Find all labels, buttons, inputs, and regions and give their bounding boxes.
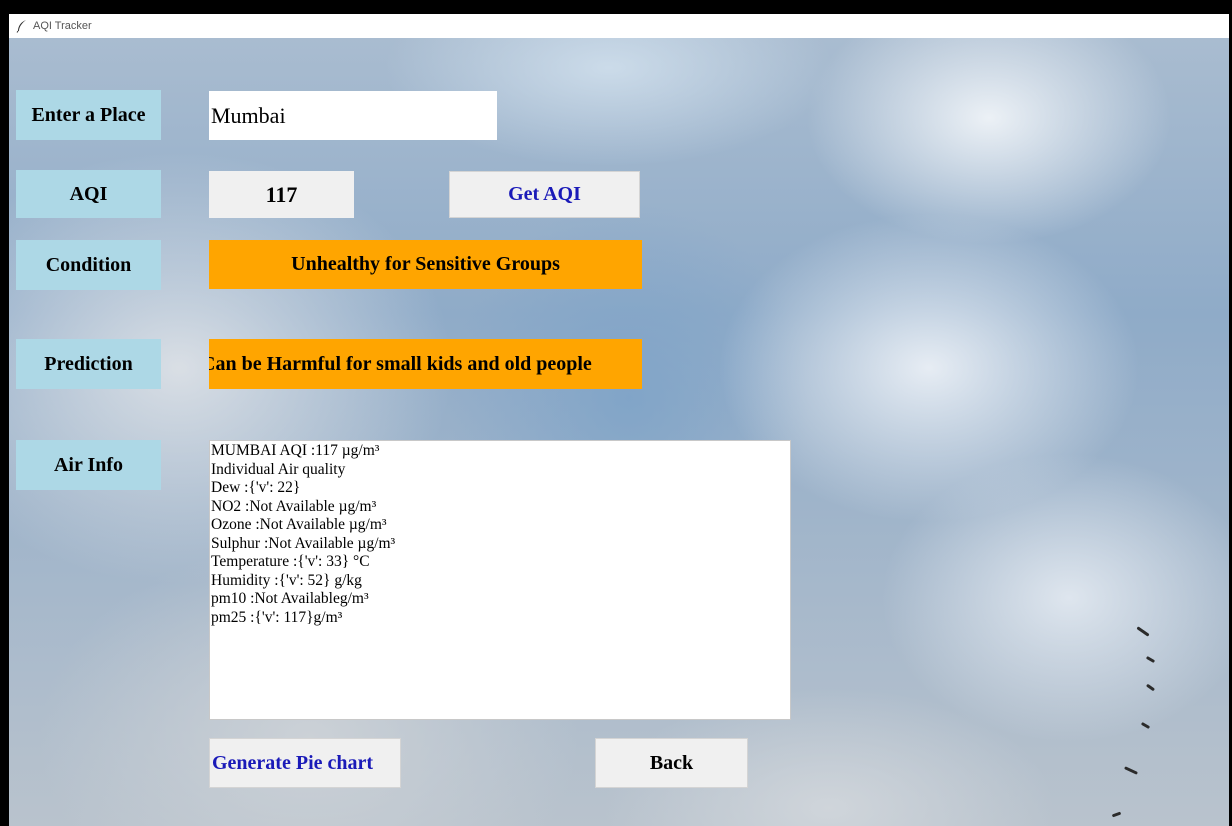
air-info-line: NO2 :Not Available µg/m³ [211,497,377,515]
condition-label: Condition [16,240,161,290]
condition-status: Unhealthy for Sensitive Groups [209,240,642,289]
window-title: AQI Tracker [33,20,92,32]
place-input[interactable] [209,91,497,140]
bird-5 [1124,766,1138,775]
prediction-label: Prediction [16,339,161,389]
place-label: Enter a Place [16,90,161,140]
air-info-line: pm25 :{'v': 117}g/m³ [211,608,343,626]
air-info-line: Individual Air quality [211,460,346,478]
bird-2 [1145,655,1156,664]
screen: AQI Tracker Enter a Place AQI 117 Get AQ… [0,0,1232,826]
air-info-textbox[interactable]: MUMBAI AQI :117 µg/m³ Individual Air qua… [209,440,791,720]
air-info-line: Ozone :Not Available µg/m³ [211,516,387,533]
air-info-line: Temperature :{'v': 33} °C [211,553,370,570]
back-button[interactable]: Back [595,738,748,788]
generate-pie-chart-button[interactable]: Generate Pie chart [209,738,401,788]
aqi-label: AQI [16,170,161,218]
air-info-line: Sulphur :Not Available µg/m³ [211,534,396,552]
app-window: AQI Tracker Enter a Place AQI 117 Get AQ… [9,14,1229,826]
air-info-line: Dew :{'v': 22} [211,479,301,496]
air-info-line: Humidity :{'v': 52} g/kg [211,571,362,589]
bird-4 [1140,721,1151,730]
air-info-label: Air Info [16,440,161,490]
aqi-value: 117 [209,171,354,218]
bird-6 [1111,811,1122,818]
air-info-line: MUMBAI AQI :117 µg/m³ [211,442,380,459]
title-bar: AQI Tracker [9,14,1229,38]
bird-3 [1145,683,1156,692]
air-info-line: pm10 :Not Availableg/m³ [211,590,369,607]
bird-1 [1136,626,1150,637]
prediction-status: Can be Harmful for small kids and old pe… [209,339,642,389]
feather-icon [16,20,26,33]
get-aqi-button[interactable]: Get AQI [449,171,640,218]
